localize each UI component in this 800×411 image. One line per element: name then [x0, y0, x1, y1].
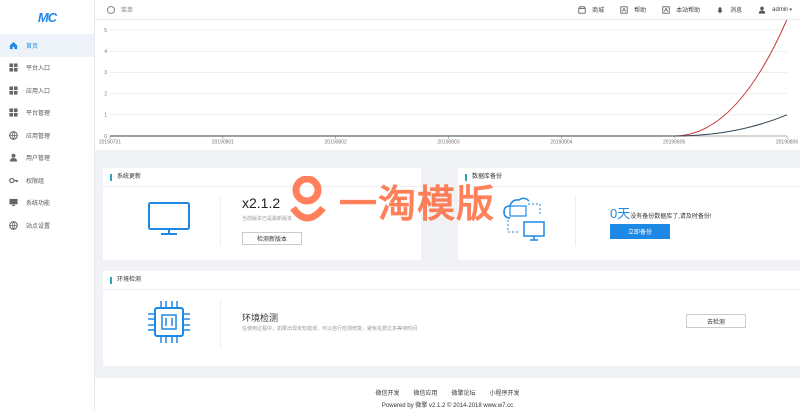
menu-label: 菜单 — [121, 8, 134, 14]
header-site-help-link[interactable]: 本站帮助 — [654, 5, 708, 14]
version-subtitle: 当前版本已是最新版本 — [242, 216, 293, 222]
sidebar-item-permission-group[interactable]: 权限组 — [0, 169, 94, 192]
divider — [103, 289, 800, 290]
username: admin — [772, 6, 789, 13]
bell-icon — [717, 6, 723, 14]
y-tick-label: 4 — [104, 49, 107, 55]
line-chart-svg: 01234520190731 20190801 20190802 20190803 20… — [99, 20, 798, 146]
environment-check-card: 环境检测 环境检测 在使用过程中，如果出现未知错误，可以自行检测修复，避免花费过… — [103, 271, 800, 366]
check-update-button[interactable]: 检测新版本 — [242, 232, 302, 245]
grid-icon — [9, 108, 18, 117]
backup-card: 数据库备份 0天 没有备份数据库了,请及时备份! 立即备份 — [458, 168, 800, 260]
line-chart: 0 1 2 3 4 5 20190731 20190801 20190802 20190803 20… — [95, 20, 800, 150]
env-heading: 环境检测 — [242, 313, 279, 323]
x-tick-label: 20190801 — [212, 140, 234, 146]
vertical-divider — [220, 196, 221, 246]
backup-status: 0天 没有备份数据库了,请及时备份! — [610, 203, 712, 222]
grid-icon — [9, 86, 18, 95]
sidebar-item-label: 站点设置 — [26, 223, 51, 230]
footer: 微信开发 微信应用 微擎论坛 小程序开发 Powered by 微擎 v2.1.… — [95, 378, 800, 411]
header-store-link[interactable]: 商城 — [570, 5, 612, 14]
x-tick-label: 20190804 — [550, 140, 572, 146]
y-tick-label: 1 — [104, 113, 107, 119]
header-item-label: 商城 — [592, 8, 605, 14]
sidebar-item-label: 平台入口 — [26, 66, 51, 73]
footer-link[interactable]: 微擎论坛 — [452, 388, 476, 397]
x-tick-label: 20190731 — [99, 140, 121, 146]
sidebar-item-label: 首页 — [26, 43, 39, 50]
header-actions: 商城 帮助 本站帮助 消息 admin ▾ — [570, 0, 800, 20]
sidebar-nav: 首页 平台入口 应用入口 平台管理 应用管理 用户管理 权限组 系统功能 站点设… — [0, 34, 94, 237]
sidebar: MC 首页 平台入口 应用入口 平台管理 应用管理 用户管理 权限组 系统功能 … — [0, 0, 95, 411]
sidebar-item-home[interactable]: 首页 — [0, 34, 94, 57]
menu-toggle[interactable]: 菜单 — [107, 5, 133, 14]
vertical-divider — [220, 299, 221, 349]
header-item-label: 消息 — [730, 8, 743, 14]
y-tick-label: 2 — [104, 91, 107, 97]
y-tick-label: 5 — [104, 28, 107, 34]
user-icon — [758, 6, 766, 14]
header-item-label: 帮助 — [634, 8, 647, 14]
sidebar-item-label: 应用管理 — [26, 133, 51, 140]
footer-link[interactable]: 小程序开发 — [490, 388, 520, 397]
grid-icon — [9, 63, 18, 72]
backup-now-button[interactable]: 立即备份 — [610, 224, 670, 239]
sidebar-item-user-manage[interactable]: 用户管理 — [0, 147, 94, 170]
sidebar-item-platform-manage[interactable]: 平台管理 — [0, 102, 94, 125]
sidebar-item-label: 用户管理 — [26, 156, 51, 163]
sidebar-item-site-settings[interactable]: 站点设置 — [0, 214, 94, 237]
x-tick-label: 20190805 — [663, 140, 685, 146]
backup-message: 没有备份数据库了,请及时备份! — [630, 214, 712, 220]
footer-links: 微信开发 微信应用 微擎论坛 小程序开发 — [95, 388, 800, 397]
monitor-icon — [148, 202, 190, 235]
home-icon — [9, 41, 18, 50]
header-messages-link[interactable]: 消息 — [708, 5, 750, 14]
y-tick-label: 3 — [104, 70, 107, 76]
chip-icon — [148, 301, 190, 343]
card-title: 数据库备份 — [465, 174, 502, 181]
sidebar-item-label: 权限组 — [26, 178, 45, 185]
divider — [103, 186, 421, 187]
footer-link[interactable]: 微信开发 — [375, 388, 399, 397]
globe-icon — [9, 220, 18, 230]
sidebar-item-system-functions[interactable]: 系统功能 — [0, 192, 94, 215]
version-number: x2.1.2 — [242, 195, 281, 211]
database-backup-icon — [503, 197, 545, 241]
copyright: Powered by 微擎 v2.1.2 © 2014-2018 www.w7.… — [381, 403, 514, 409]
sidebar-item-app-manage[interactable]: 应用管理 — [0, 124, 94, 147]
header-item-label: 本站帮助 — [676, 8, 701, 14]
key-icon — [9, 176, 18, 185]
run-check-button[interactable]: 去检测 — [686, 314, 746, 328]
user-menu[interactable]: admin ▾ — [750, 6, 800, 14]
sidebar-item-app-entry[interactable]: 应用入口 — [0, 79, 94, 102]
backup-days: 0天 — [610, 206, 631, 221]
system-update-card: 系统更新 x2.1.2 当前版本已是最新版本 检测新版本 — [103, 168, 421, 260]
footer-link[interactable]: 微信应用 — [413, 388, 437, 397]
sidebar-item-platform-entry[interactable]: 平台入口 — [0, 57, 94, 80]
divider — [458, 186, 800, 187]
x-tick-label: 20190802 — [325, 140, 347, 146]
card-title: 系统更新 — [110, 174, 141, 181]
menu-icon — [107, 5, 115, 14]
globe-icon — [9, 130, 18, 140]
x-tick-label: 20190806 — [776, 140, 798, 146]
caret-down-icon: ▾ — [789, 6, 792, 13]
app-logo[interactable]: MC — [0, 0, 94, 34]
help-icon — [662, 5, 670, 14]
sidebar-item-label: 应用入口 — [26, 88, 51, 95]
x-tick-label: 20190803 — [437, 140, 459, 146]
series-line — [110, 20, 788, 137]
help-icon — [620, 5, 628, 14]
monitor-icon — [9, 198, 18, 207]
top-header: 菜单 商城 帮助 本站帮助 消息 admin ▾ — [95, 0, 800, 20]
vertical-divider — [575, 196, 576, 246]
card-title: 环境检测 — [110, 277, 141, 284]
header-help-link[interactable]: 帮助 — [612, 5, 654, 14]
sidebar-item-label: 平台管理 — [26, 111, 51, 118]
store-icon — [578, 5, 586, 14]
env-description: 在使用过程中，如果出现未知错误，可以自行检测修复，避免花费过多等待时间 — [242, 326, 418, 332]
series-line — [110, 114, 788, 137]
sidebar-item-label: 系统功能 — [26, 201, 51, 208]
user-icon — [9, 153, 18, 162]
